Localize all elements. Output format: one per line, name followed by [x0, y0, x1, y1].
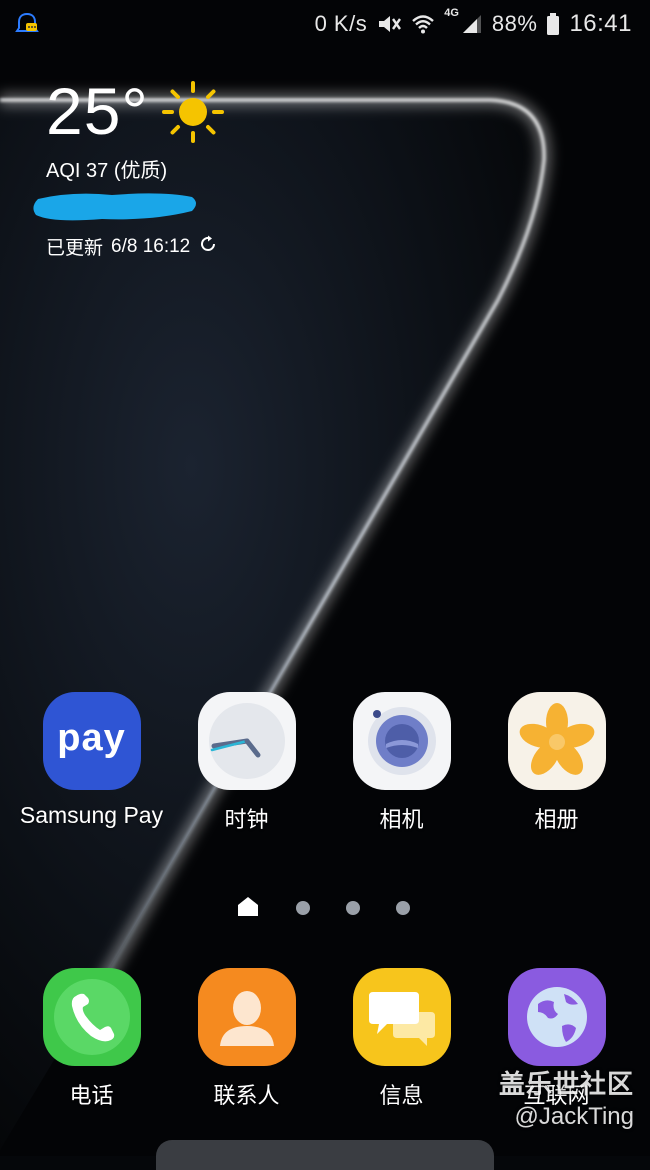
internet-icon — [507, 968, 606, 1066]
signal-icon — [461, 13, 483, 35]
app-label: Samsung Pay — [19, 802, 164, 828]
phone-icon — [42, 968, 141, 1066]
mute-icon — [376, 12, 402, 36]
app-label: 时钟 — [224, 808, 269, 833]
notification-app-icon — [14, 11, 40, 37]
app-label: 电话 — [69, 1084, 114, 1109]
watermark-title: 盖乐世社区 — [498, 1070, 634, 1100]
updated-label: 已更新 — [46, 237, 104, 259]
temperature: 25° — [46, 74, 149, 148]
app-camera[interactable]: 相机 — [324, 692, 479, 834]
page-indicator — [236, 895, 410, 921]
sun-icon — [161, 80, 225, 148]
watermark-handle: @JackTing — [514, 1103, 634, 1130]
app-label: 联系人 — [213, 1084, 280, 1109]
network-type-label: 4G — [444, 7, 459, 19]
clock-time: 16:41 — [569, 10, 632, 37]
page-dot[interactable] — [346, 901, 360, 915]
samsung-pay-icon-text: pay — [57, 716, 126, 759]
contacts-icon — [197, 968, 296, 1066]
app-clock[interactable]: 时钟 — [169, 692, 324, 834]
samsung-pay-icon: pay — [42, 692, 141, 790]
refresh-icon[interactable] — [198, 234, 218, 259]
app-label: 相机 — [379, 808, 424, 833]
app-gallery[interactable]: 相册 — [479, 692, 634, 834]
network-speed: 0 K/s — [314, 11, 368, 36]
battery-icon — [546, 12, 560, 36]
weather-widget[interactable]: 25° AQI 37 (优质) 已更新 6/8 16:12 — [33, 74, 225, 260]
clock-icon — [197, 692, 296, 790]
page-dot[interactable] — [296, 901, 310, 915]
gallery-icon — [507, 692, 606, 790]
app-messages[interactable]: 信息 — [324, 968, 479, 1110]
wifi-icon — [411, 12, 435, 36]
watermark: 盖乐世社区 @JackTing — [499, 1064, 634, 1131]
app-label: 相册 — [534, 808, 579, 833]
app-samsung-pay[interactable]: pay Samsung Pay — [14, 692, 169, 834]
camera-icon — [352, 692, 451, 790]
battery-percentage: 88% — [491, 11, 538, 36]
app-label: 信息 — [379, 1084, 424, 1109]
status-bar: 0 K/s 4G 88% 16:41 — [0, 0, 650, 48]
navigation-bar-handle — [156, 1140, 494, 1170]
aqi-label: AQI 37 (优质) — [46, 160, 168, 182]
app-phone[interactable]: 电话 — [14, 968, 169, 1110]
updated-time: 6/8 16:12 — [111, 235, 191, 257]
messages-icon — [352, 968, 451, 1066]
home-page-icon[interactable] — [236, 895, 260, 921]
home-apps-row: pay Samsung Pay 时钟 相机 相册 — [0, 692, 650, 834]
redacted-location — [32, 189, 200, 223]
page-dot[interactable] — [396, 901, 410, 915]
weather-updated-row: 已更新 6/8 16:12 — [46, 233, 225, 260]
app-contacts[interactable]: 联系人 — [169, 968, 324, 1110]
